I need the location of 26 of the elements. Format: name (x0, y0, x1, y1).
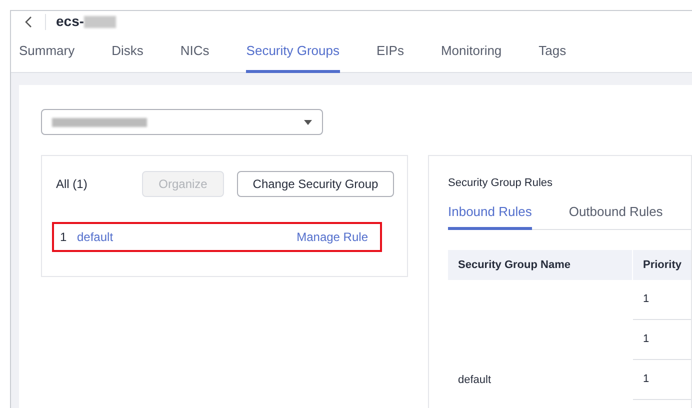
action-button[interactable]: Change Security Group (237, 171, 394, 197)
table-cell-text: 1 (643, 372, 650, 388)
rules-title: Security Group Rules (448, 176, 554, 191)
table-cell-text: 1 (643, 292, 650, 308)
redacted-text (84, 16, 116, 28)
tab[interactable]: Outbound Rules (568, 202, 663, 230)
column-header: Security Group Name (448, 250, 633, 280)
tab[interactable]: EIPs (376, 32, 404, 73)
table-cell-text: default (458, 372, 492, 388)
manage-rule-link[interactable]: Manage Rule (296, 228, 368, 246)
instance-title: ecs- (56, 12, 84, 31)
tab[interactable]: Tags (538, 32, 566, 73)
tab[interactable]: Summary (19, 32, 75, 73)
select-field[interactable] (41, 109, 323, 135)
group-link[interactable]: default (77, 228, 297, 246)
tab[interactable]: Disks (112, 32, 144, 73)
tab[interactable]: Inbound Rules (448, 202, 532, 230)
caret-icon (304, 120, 312, 124)
table-cell-text: 1 (643, 332, 650, 348)
count-label: All (1) (56, 176, 88, 193)
back-icon[interactable] (25, 16, 33, 28)
tab[interactable]: NICs (180, 32, 210, 73)
security-group-row[interactable]: 1 default Manage Rule (52, 222, 382, 252)
tab[interactable]: Monitoring (440, 32, 502, 73)
row-index: 1 (60, 229, 68, 246)
column-header: Priority (642, 258, 682, 273)
